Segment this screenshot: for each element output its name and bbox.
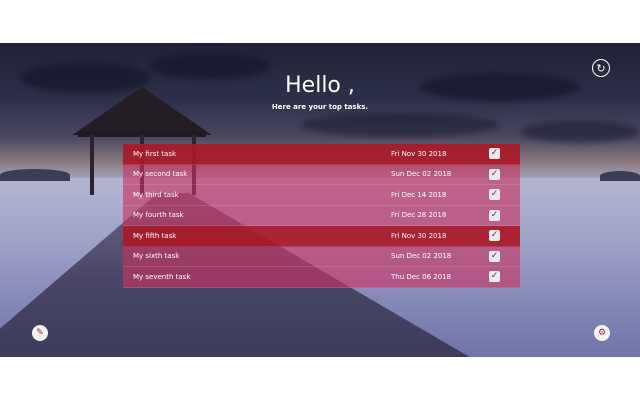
task-row[interactable]: My third task Fri Dec 14 2018 ✓ [123,185,520,206]
task-row[interactable]: My first task Fri Nov 30 2018 ✓ [123,144,520,165]
task-list: My first task Fri Nov 30 2018 ✓ My secon… [123,144,520,288]
check-icon[interactable]: ✓ [489,148,500,160]
task-date: Fri Nov 30 2018 [391,149,447,158]
task-row[interactable]: My fifth task Fri Nov 30 2018 ✓ [123,226,520,247]
check-icon[interactable]: ✓ [489,168,500,180]
task-name: My second task [133,170,188,179]
check-icon[interactable]: ✓ [489,189,500,201]
check-icon[interactable]: ✓ [489,271,500,283]
background-scene: ↻ Hello , Here are your top tasks. My fi… [0,43,640,357]
task-name: My sixth task [133,252,180,261]
pencil-icon[interactable]: ✎ [32,325,48,341]
task-name: My seventh task [133,272,191,281]
task-date: Fri Dec 28 2018 [391,211,447,220]
tasks-subtitle: Here are your top tasks. [271,103,369,111]
gear-icon[interactable]: ⚙ [594,325,610,341]
check-icon[interactable]: ✓ [489,250,500,262]
greeting-heading: Hello , [285,73,355,98]
task-row[interactable]: My sixth task Sun Dec 02 2018 ✓ [123,246,520,267]
task-row[interactable]: My seventh task Thu Dec 06 2018 ✓ [123,267,520,288]
task-date: Sun Dec 02 2018 [391,170,452,179]
task-date: Fri Dec 14 2018 [391,190,447,199]
task-name: My third task [133,190,179,199]
task-date: Sun Dec 02 2018 [391,252,452,261]
task-name: My fourth task [133,211,184,220]
cloud [300,113,500,137]
check-icon[interactable]: ✓ [489,209,500,221]
island [600,171,640,181]
hut-post [90,135,94,195]
island [0,169,70,181]
task-name: My first task [133,149,177,158]
task-row[interactable]: My second task Sun Dec 02 2018 ✓ [123,164,520,185]
check-icon[interactable]: ✓ [489,230,500,242]
task-date: Thu Dec 06 2018 [391,272,452,281]
task-date: Fri Nov 30 2018 [391,231,447,240]
task-name: My fifth task [133,231,177,240]
task-row[interactable]: My fourth task Fri Dec 28 2018 ✓ [123,205,520,226]
cloud [520,121,640,143]
